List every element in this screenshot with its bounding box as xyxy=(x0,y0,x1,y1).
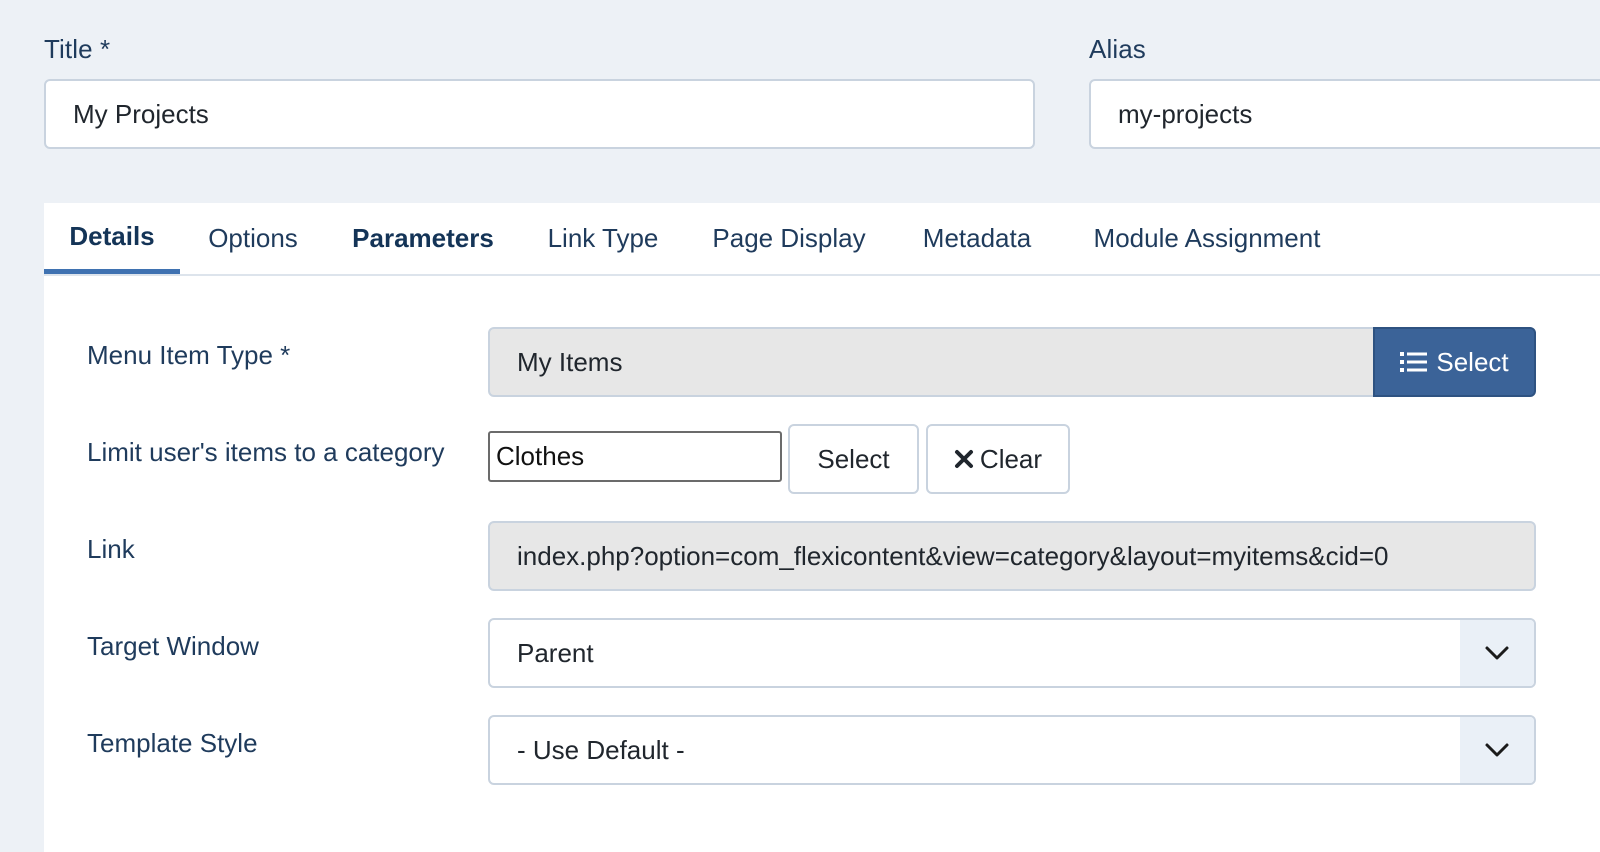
tab-options-label: Options xyxy=(208,223,298,253)
tab-module-assignment-label: Module Assignment xyxy=(1093,223,1321,253)
category-select-label: Select xyxy=(817,443,890,474)
tab-metadata-label: Metadata xyxy=(922,223,1032,253)
target-window-select[interactable]: Parent xyxy=(488,618,1536,688)
category-clear-label: Clear xyxy=(979,443,1043,474)
category-input[interactable]: Clothes xyxy=(488,431,782,482)
tab-parameters-label: Parameters xyxy=(352,223,494,253)
template-style-value: - Use Default - xyxy=(517,734,685,765)
category-clear-button[interactable]: Clear xyxy=(926,424,1070,494)
menu-item-type-label: Menu Item Type * xyxy=(87,340,291,370)
tab-link-type-label: Link Type xyxy=(547,223,659,253)
times-icon xyxy=(954,449,974,469)
list-icon xyxy=(1400,350,1428,374)
tab-page-display-label: Page Display xyxy=(712,223,866,253)
tab-link-type[interactable]: Link Type xyxy=(520,203,686,274)
tab-metadata[interactable]: Metadata xyxy=(892,203,1062,274)
link-value: index.php?option=com_flexicontent&view=c… xyxy=(488,521,1536,591)
title-input[interactable]: My Projects xyxy=(44,79,1035,149)
alias-label: Alias xyxy=(1089,34,1146,64)
chevron-down-icon xyxy=(1460,620,1534,686)
tab-options[interactable]: Options xyxy=(180,203,326,274)
target-window-label: Target Window xyxy=(87,631,259,661)
chevron-down-icon xyxy=(1460,717,1534,783)
menu-item-type-select-button[interactable]: Select xyxy=(1373,327,1536,397)
tab-parameters[interactable]: Parameters xyxy=(326,203,520,274)
tab-page-display[interactable]: Page Display xyxy=(686,203,892,274)
menu-item-type-select-label: Select xyxy=(1436,346,1509,377)
category-select-button[interactable]: Select xyxy=(788,424,919,494)
target-window-value: Parent xyxy=(517,637,594,668)
tab-details[interactable]: Details xyxy=(44,203,180,274)
tab-bar: Details Options Parameters Link Type Pag… xyxy=(44,203,1600,276)
template-style-select[interactable]: - Use Default - xyxy=(488,715,1536,785)
tab-details-label: Details xyxy=(69,220,155,251)
tab-module-assignment[interactable]: Module Assignment xyxy=(1062,203,1352,274)
link-label: Link xyxy=(87,534,135,564)
title-label: Title * xyxy=(44,34,111,64)
menu-item-type-value: My Items xyxy=(488,327,1375,397)
template-style-label: Template Style xyxy=(87,728,258,758)
category-limit-label: Limit user's items to a category xyxy=(87,437,445,467)
alias-input[interactable]: my-projects xyxy=(1089,79,1600,149)
